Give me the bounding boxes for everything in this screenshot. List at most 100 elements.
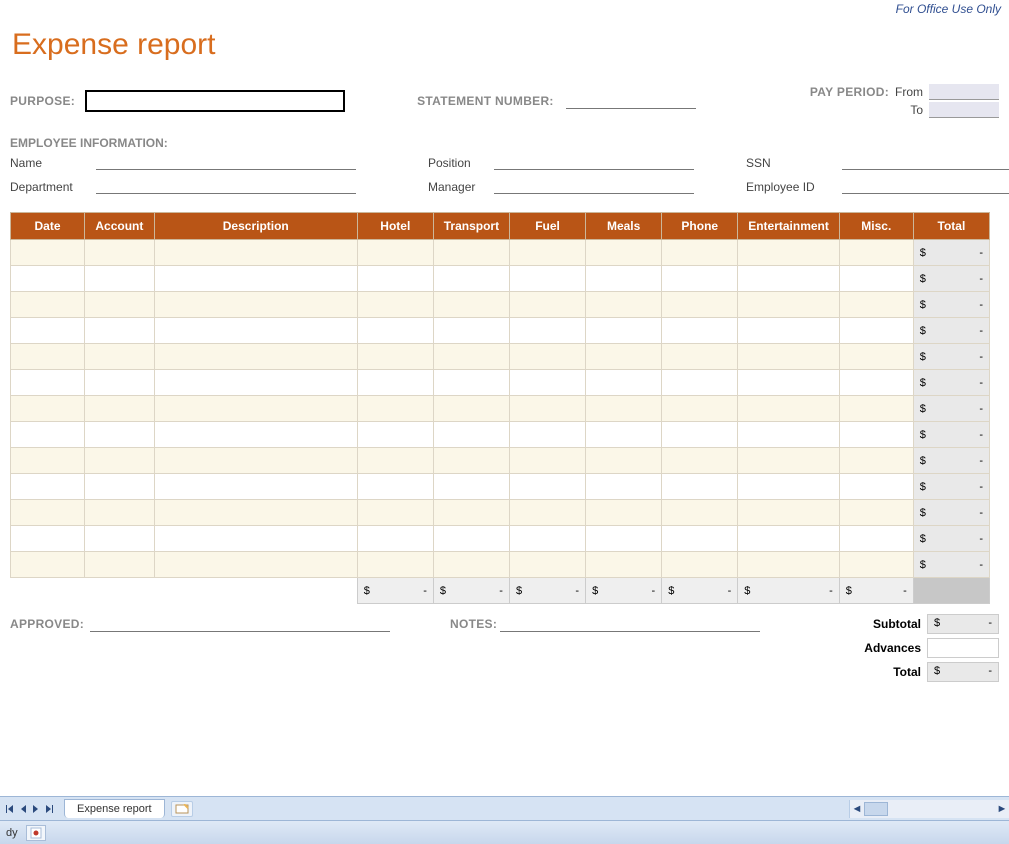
table-cell[interactable] xyxy=(662,396,738,422)
table-cell[interactable] xyxy=(154,422,357,448)
table-cell[interactable] xyxy=(357,344,433,370)
table-cell[interactable] xyxy=(586,552,662,578)
table-cell[interactable] xyxy=(839,474,913,500)
table-cell[interactable] xyxy=(154,526,357,552)
table-cell[interactable] xyxy=(839,396,913,422)
department-input[interactable] xyxy=(96,178,356,194)
table-cell[interactable] xyxy=(738,266,839,292)
table-cell[interactable] xyxy=(11,474,85,500)
table-cell[interactable] xyxy=(357,396,433,422)
pay-period-to-input[interactable] xyxy=(929,102,999,118)
table-cell[interactable] xyxy=(154,396,357,422)
table-cell[interactable] xyxy=(662,240,738,266)
table-cell[interactable] xyxy=(357,526,433,552)
table-cell[interactable] xyxy=(85,266,155,292)
last-sheet-button[interactable] xyxy=(43,800,56,818)
table-cell[interactable] xyxy=(433,344,509,370)
table-cell[interactable] xyxy=(839,500,913,526)
table-cell[interactable] xyxy=(154,474,357,500)
table-cell[interactable] xyxy=(586,500,662,526)
prev-sheet-button[interactable] xyxy=(17,800,30,818)
table-cell[interactable] xyxy=(357,500,433,526)
table-cell[interactable] xyxy=(11,370,85,396)
table-cell[interactable] xyxy=(509,344,585,370)
advances-value[interactable] xyxy=(927,638,999,658)
table-cell[interactable] xyxy=(11,240,85,266)
table-cell[interactable] xyxy=(586,240,662,266)
table-cell[interactable] xyxy=(357,240,433,266)
table-cell[interactable] xyxy=(738,448,839,474)
table-cell[interactable] xyxy=(154,292,357,318)
table-cell[interactable] xyxy=(11,396,85,422)
table-cell[interactable] xyxy=(738,526,839,552)
table-cell[interactable] xyxy=(738,500,839,526)
table-cell[interactable] xyxy=(839,344,913,370)
table-cell[interactable] xyxy=(433,448,509,474)
table-cell[interactable] xyxy=(839,318,913,344)
table-cell[interactable] xyxy=(154,552,357,578)
table-cell[interactable] xyxy=(433,266,509,292)
table-cell[interactable] xyxy=(839,370,913,396)
table-cell[interactable] xyxy=(839,552,913,578)
table-cell[interactable] xyxy=(509,292,585,318)
table-cell[interactable] xyxy=(433,474,509,500)
table-cell[interactable] xyxy=(433,396,509,422)
next-sheet-button[interactable] xyxy=(30,800,43,818)
table-cell[interactable] xyxy=(586,292,662,318)
table-cell[interactable] xyxy=(154,344,357,370)
first-sheet-button[interactable] xyxy=(4,800,17,818)
table-cell[interactable] xyxy=(662,292,738,318)
table-cell[interactable] xyxy=(433,318,509,344)
table-cell[interactable] xyxy=(357,552,433,578)
table-cell[interactable] xyxy=(509,240,585,266)
table-cell[interactable] xyxy=(11,266,85,292)
table-cell[interactable] xyxy=(509,448,585,474)
table-cell[interactable] xyxy=(738,474,839,500)
table-cell[interactable] xyxy=(154,318,357,344)
table-cell[interactable] xyxy=(85,240,155,266)
table-cell[interactable] xyxy=(154,448,357,474)
table-cell[interactable] xyxy=(11,344,85,370)
table-cell[interactable] xyxy=(11,292,85,318)
table-cell[interactable] xyxy=(662,266,738,292)
table-cell[interactable] xyxy=(85,448,155,474)
table-cell[interactable] xyxy=(839,266,913,292)
table-cell[interactable] xyxy=(11,318,85,344)
scroll-thumb[interactable] xyxy=(864,802,888,816)
table-cell[interactable] xyxy=(433,552,509,578)
approved-input[interactable] xyxy=(90,616,390,632)
table-cell[interactable] xyxy=(662,474,738,500)
table-cell[interactable] xyxy=(11,552,85,578)
table-cell[interactable] xyxy=(433,422,509,448)
position-input[interactable] xyxy=(494,154,694,170)
table-cell[interactable] xyxy=(433,526,509,552)
table-cell[interactable] xyxy=(85,500,155,526)
table-cell[interactable] xyxy=(509,422,585,448)
table-cell[interactable] xyxy=(662,526,738,552)
table-cell[interactable] xyxy=(85,370,155,396)
table-cell[interactable] xyxy=(154,500,357,526)
statement-number-input[interactable] xyxy=(566,93,696,109)
table-cell[interactable] xyxy=(85,526,155,552)
table-cell[interactable] xyxy=(662,500,738,526)
table-cell[interactable] xyxy=(738,318,839,344)
table-cell[interactable] xyxy=(509,266,585,292)
table-cell[interactable] xyxy=(839,526,913,552)
horizontal-scrollbar[interactable]: ◄ ► xyxy=(849,800,1009,818)
table-cell[interactable] xyxy=(509,526,585,552)
scroll-left-button[interactable]: ◄ xyxy=(850,803,864,815)
table-cell[interactable] xyxy=(509,396,585,422)
ssn-input[interactable] xyxy=(842,154,1009,170)
table-cell[interactable] xyxy=(662,448,738,474)
table-cell[interactable] xyxy=(11,448,85,474)
table-cell[interactable] xyxy=(586,318,662,344)
table-cell[interactable] xyxy=(738,240,839,266)
table-cell[interactable] xyxy=(85,552,155,578)
table-cell[interactable] xyxy=(11,526,85,552)
table-cell[interactable] xyxy=(357,422,433,448)
table-cell[interactable] xyxy=(509,474,585,500)
table-cell[interactable] xyxy=(586,526,662,552)
manager-input[interactable] xyxy=(494,178,694,194)
table-cell[interactable] xyxy=(357,292,433,318)
table-cell[interactable] xyxy=(357,266,433,292)
